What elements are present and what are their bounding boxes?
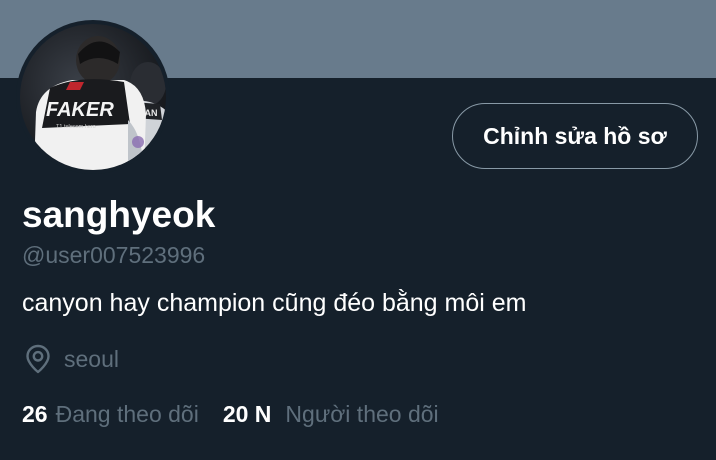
following-link[interactable]: 26 Đang theo dõi — [22, 398, 199, 430]
location-text: seoul — [64, 346, 119, 372]
followers-link[interactable]: 20 N Người theo dõi — [223, 398, 439, 430]
avatar-photo: HAN FAKER T1 telecom hero — [20, 24, 166, 170]
profile-page: HAN FAKER T1 telecom hero Chỉnh sửa hồ s… — [0, 0, 716, 460]
followers-count: 20 N — [222, 401, 272, 427]
follow-stats: 26 Đang theo dõi 20 N Người theo dõi — [22, 398, 439, 430]
avatar-illustration: HAN FAKER T1 telecom hero — [34, 36, 166, 170]
location-pin-icon — [22, 342, 54, 376]
profile-location: seoul — [22, 342, 119, 376]
avatar-jersey-text: FAKER — [46, 99, 114, 121]
following-count: 26 — [22, 401, 48, 427]
avatar-jersey-small-text: T1 telecom hero — [56, 124, 96, 130]
profile-bio: canyon hay champion cũng đéo bằng môi em — [22, 289, 527, 317]
following-label: Đang theo dõi — [55, 401, 199, 427]
user-handle: @user007523996 — [22, 242, 206, 268]
followers-label: Người theo dõi — [285, 401, 439, 427]
edit-profile-button[interactable]: Chỉnh sửa hồ sơ — [452, 103, 698, 169]
display-name: sanghyeok — [22, 194, 216, 235]
avatar[interactable]: HAN FAKER T1 telecom hero — [16, 20, 170, 174]
